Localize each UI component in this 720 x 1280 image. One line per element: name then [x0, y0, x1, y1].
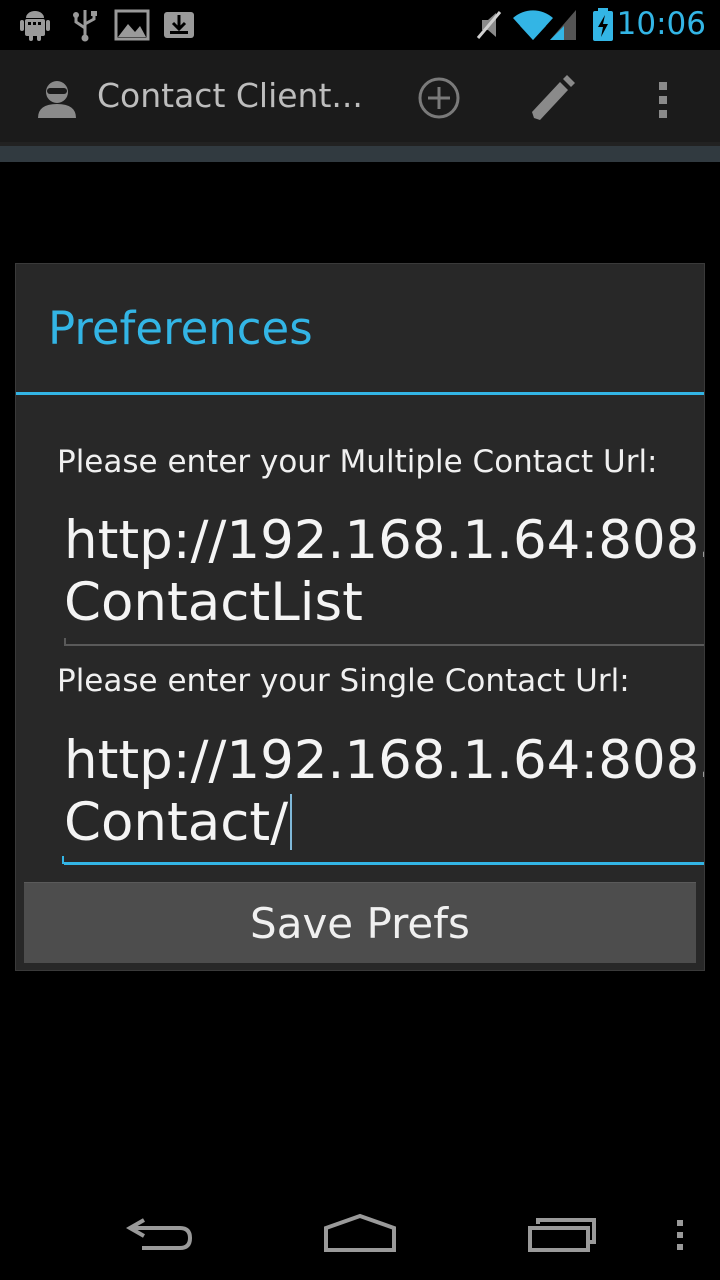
android-debug-icon — [20, 11, 50, 41]
mute-icon — [476, 11, 502, 39]
action-bar: Contact Client... — [0, 50, 720, 144]
clock: 10:06 — [616, 6, 706, 42]
battery-charging-icon — [593, 8, 613, 41]
contact-avatar-icon[interactable] — [36, 78, 78, 120]
home-icon[interactable] — [322, 1212, 398, 1254]
dialog-title: Preferences — [48, 302, 313, 355]
multiple-url-underline-tick — [64, 638, 66, 646]
signal-icon — [550, 10, 576, 40]
dialog-title-divider — [16, 392, 704, 395]
multiple-url-value-line1: http://192.168.1.64:8085/ — [64, 510, 704, 571]
preferences-dialog: Preferences Please enter your Multiple C… — [16, 264, 704, 970]
navigation-bar — [0, 1180, 720, 1280]
usb-icon — [73, 10, 97, 42]
back-icon[interactable] — [124, 1214, 196, 1254]
edit-icon[interactable] — [526, 72, 578, 124]
recent-apps-icon[interactable] — [526, 1214, 598, 1254]
app-title: Contact Client... — [97, 76, 363, 115]
add-icon[interactable] — [417, 76, 461, 120]
action-bar-strip — [0, 146, 720, 162]
download-icon — [164, 12, 194, 38]
image-icon — [114, 9, 150, 41]
multiple-url-input[interactable]: http://192.168.1.64:8085/ContactList — [64, 510, 704, 634]
multiple-url-label: Please enter your Multiple Contact Url: — [57, 444, 658, 480]
single-url-label: Please enter your Single Contact Url: — [57, 663, 630, 699]
text-cursor — [290, 794, 293, 850]
single-url-value-line2: Contact/ — [64, 792, 289, 853]
status-bar: 10:06 — [0, 0, 720, 50]
single-url-input[interactable]: http://192.168.1.64:8085/Contact/ — [64, 730, 704, 854]
multiple-url-value-line2: ContactList — [64, 572, 363, 633]
multiple-url-underline — [64, 644, 704, 646]
save-prefs-button[interactable]: Save Prefs — [24, 882, 696, 963]
single-url-value-line1: http://192.168.1.64:8085/ — [64, 730, 704, 791]
overflow-menu-icon[interactable] — [656, 80, 670, 120]
single-url-underline-tick — [62, 856, 64, 864]
single-url-underline — [64, 862, 704, 865]
menu-icon[interactable] — [674, 1218, 686, 1252]
